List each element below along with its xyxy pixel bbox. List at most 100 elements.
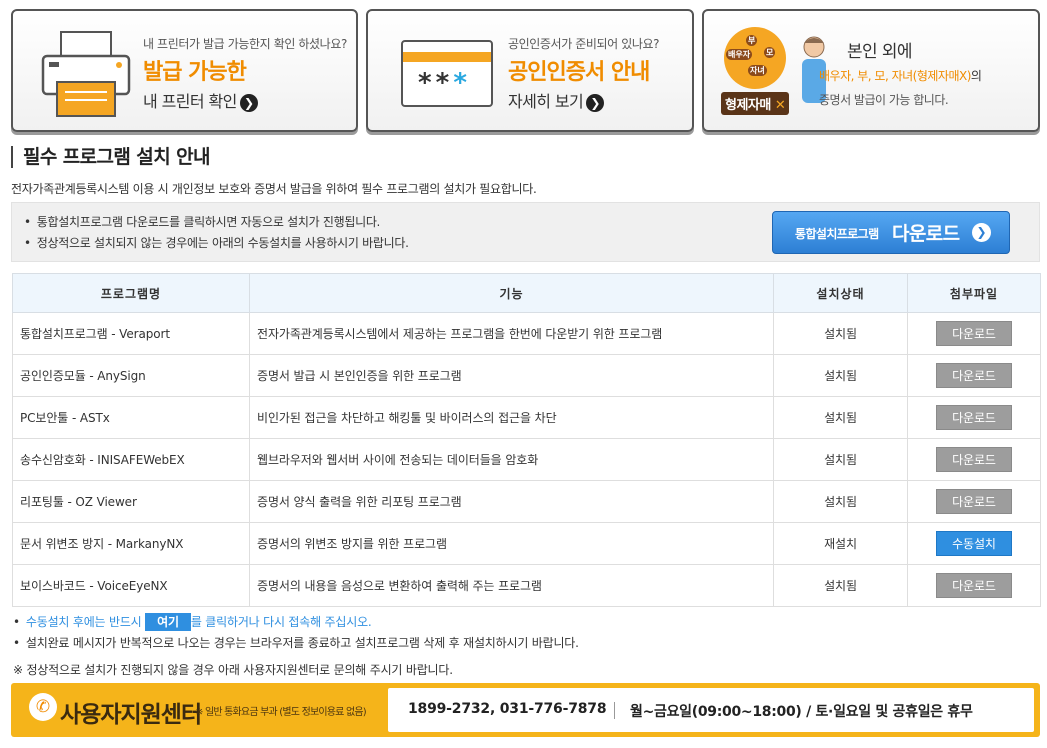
download-button-big-label: 다운로드	[892, 223, 960, 245]
family-label-child: 자녀	[748, 65, 767, 76]
support-contact-box: 1899-2732, 031-776-7878 월~금요일(09:00~18:0…	[388, 688, 1034, 732]
program-table: 프로그램명 기능 설치상태 첨부파일 통합설치프로그램 - Veraport 전…	[12, 273, 1041, 607]
download-button[interactable]: 다운로드	[936, 363, 1012, 388]
family-label-spouse: 배우자	[726, 49, 753, 60]
printer-headline: 발급 가능한	[143, 60, 247, 85]
support-subtitle: ※ 일반 통화요금 부과 (별도 정보이용료 없음)	[195, 707, 367, 718]
file-cell: 다운로드	[907, 438, 1041, 481]
download-button[interactable]: 다운로드	[936, 447, 1012, 472]
file-cell: 수동설치	[907, 522, 1041, 565]
star-blue: *	[452, 68, 470, 98]
install-info-list: 통합설치프로그램 다운로드를 클릭하시면 자동으로 설치가 진행됩니다. 정상적…	[24, 212, 409, 254]
close-icon: ✕	[774, 98, 786, 113]
file-cell: 다운로드	[907, 480, 1041, 523]
table-row: 통합설치프로그램 - Veraport 전자가족관계등록시스템에서 제공하는 프…	[12, 312, 1041, 355]
certificate-headline: 공인인증서 안내	[508, 60, 650, 85]
certificate-question: 공인인증서가 준비되어 있나요?	[508, 37, 660, 51]
program-function: 증명서 발급 시 본인인증을 위한 프로그램	[249, 354, 774, 397]
program-name: 리포팅툴 - OZ Viewer	[12, 480, 250, 523]
table-header-row: 프로그램명 기능 설치상태 첨부파일	[12, 273, 1041, 313]
stars-dark: **	[417, 68, 453, 98]
sibling-badge-label: 형제자매	[725, 98, 771, 113]
printer-check-link[interactable]: 내 프린터 확인 ❯	[143, 88, 258, 112]
printer-check-label: 내 프린터 확인	[143, 92, 237, 111]
file-cell: 다운로드	[907, 354, 1041, 397]
support-title: 사용자지원센터	[60, 702, 202, 728]
certificate-detail-link[interactable]: 자세히 보기 ❯	[508, 88, 605, 112]
table-row: 문서 위변조 방지 - MarkanyNX 증명서의 위변조 방지를 위한 프로…	[12, 522, 1041, 565]
support-hours: 월~금요일(09:00~18:00) / 토·일요일 및 공휴일은 휴무	[630, 704, 973, 720]
program-name: PC보안툴 - ASTx	[12, 396, 250, 439]
program-function: 증명서 양식 출력을 위한 리포팅 프로그램	[249, 480, 774, 523]
note-reinstall: 설치완료 메시지가 반복적으로 나오는 경우는 브라우저를 종료하고 설치프로그…	[13, 633, 579, 654]
install-info-box: 통합설치프로그램 다운로드를 클릭하시면 자동으로 설치가 진행됩니다. 정상적…	[11, 202, 1040, 262]
install-status: 설치됨	[773, 480, 908, 523]
install-status: 설치됨	[773, 438, 908, 481]
table-row: 리포팅툴 - OZ Viewer 증명서 양식 출력을 위한 리포팅 프로그램 …	[12, 480, 1041, 523]
program-function: 증명서의 내용을 음성으로 변환하여 출력해 주는 프로그램	[249, 564, 774, 607]
divider	[614, 702, 615, 719]
table-row: PC보안툴 - ASTx 비인가된 접근을 차단하고 해킹툴 및 바이러스의 접…	[12, 396, 1041, 439]
program-name: 보이스바코드 - VoiceEyeNX	[12, 564, 250, 607]
download-button[interactable]: 다운로드	[936, 489, 1012, 514]
install-status: 설치됨	[773, 396, 908, 439]
family-line3: 증명서 발급이 가능 합니다.	[819, 93, 949, 107]
sibling-excluded-badge: 형제자매 ✕	[721, 92, 790, 115]
install-status: 재설치	[773, 522, 908, 565]
chevron-right-icon: ❯	[972, 223, 991, 242]
support-phone-numbers: 1899-2732, 031-776-7878	[408, 701, 607, 717]
here-button[interactable]: 여기	[145, 613, 191, 631]
integrated-download-button[interactable]: 통합설치프로그램 다운로드 ❯	[772, 211, 1010, 254]
certificate-card-icon: ***	[401, 40, 493, 107]
printer-question: 내 프린터가 발급 가능한지 확인 하셨나요?	[143, 37, 347, 51]
family-illustration-icon: 부 모 배우자 자녀	[724, 27, 786, 89]
column-header-status: 설치상태	[773, 273, 908, 313]
section-description: 전자가족관계등록시스템 이용 시 개인정보 보호와 증명서 발급을 위하여 필수…	[11, 182, 537, 196]
download-button[interactable]: 다운로드	[936, 321, 1012, 346]
install-status: 설치됨	[773, 312, 908, 355]
info-item: 정상적으로 설치되지 않는 경우에는 아래의 수동설치를 사용하시기 바랍니다.	[24, 233, 409, 254]
file-cell: 다운로드	[907, 312, 1041, 355]
download-button[interactable]: 다운로드	[936, 405, 1012, 430]
program-function: 웹브라우저와 웹서버 사이에 전송되는 데이터들을 암호화	[249, 438, 774, 481]
program-name: 송수신암호화 - INISAFEWebEX	[12, 438, 250, 481]
program-function: 비인가된 접근을 차단하고 해킹툴 및 바이러스의 접근을 차단	[249, 396, 774, 439]
download-button[interactable]: 다운로드	[936, 573, 1012, 598]
install-notes: 수동설치 후에는 반드시 여기를 클릭하거나 다시 접속해 주십시오. 설치완료…	[13, 612, 579, 654]
password-stars: ***	[417, 68, 470, 98]
column-header-function: 기능	[249, 273, 774, 313]
page-title: 필수 프로그램 설치 안내	[11, 146, 210, 168]
table-row: 송수신암호화 - INISAFEWebEX 웹브라우저와 웹서버 사이에 전송되…	[12, 438, 1041, 481]
column-header-program: 프로그램명	[12, 273, 250, 313]
support-notice: ※ 정상적으로 설치가 진행되지 않을 경우 아래 사용자지원센터로 문의해 주…	[13, 663, 453, 677]
file-cell: 다운로드	[907, 564, 1041, 607]
certificate-guide-card[interactable]: *** 공인인증서가 준비되어 있나요? 공인인증서 안내 자세히 보기 ❯	[366, 9, 694, 132]
note-reconnect: 수동설치 후에는 반드시 여기를 클릭하거나 다시 접속해 주십시오.	[13, 612, 579, 633]
table-row: 보이스바코드 - VoiceEyeNX 증명서의 내용을 음성으로 변환하여 출…	[12, 564, 1041, 607]
table-row: 공인인증모듈 - AnySign 증명서 발급 시 본인인증을 위한 프로그램 …	[12, 354, 1041, 397]
download-button-small-label: 통합설치프로그램	[795, 227, 879, 241]
chevron-right-icon: ❯	[239, 93, 258, 112]
printer-check-card[interactable]: 내 프린터가 발급 가능한지 확인 하셨나요? 발급 가능한 내 프린터 확인 ❯	[11, 9, 358, 132]
family-line1: 본인 외에	[847, 42, 913, 62]
program-function: 증명서의 위변조 방지를 위한 프로그램	[249, 522, 774, 565]
family-line2-suffix: 의	[970, 69, 982, 83]
manual-install-button[interactable]: 수동설치	[936, 531, 1012, 556]
install-status: 설치됨	[773, 564, 908, 607]
phone-icon: ✆	[29, 693, 57, 721]
note-reconnect-after: 를 클릭하거나 다시 접속해 주십시오.	[190, 615, 372, 629]
info-item: 통합설치프로그램 다운로드를 클릭하시면 자동으로 설치가 진행됩니다.	[24, 212, 409, 233]
support-center-bar: ✆ 사용자지원센터 ※ 일반 통화요금 부과 (별도 정보이용료 없음) 189…	[11, 683, 1040, 737]
family-info-card: 부 모 배우자 자녀 형제자매 ✕ 본인 외에 배우자, 부, 모, 자녀(형제…	[702, 9, 1040, 132]
chevron-right-icon: ❯	[586, 93, 605, 112]
family-label-father: 부	[746, 35, 758, 46]
family-line2: 배우자, 부, 모, 자녀(형제자매X)의	[819, 67, 982, 84]
install-status: 설치됨	[773, 354, 908, 397]
certificate-stripe	[403, 52, 491, 62]
program-name: 문서 위변조 방지 - MarkanyNX	[12, 522, 250, 565]
program-function: 전자가족관계등록시스템에서 제공하는 프로그램을 한번에 다운받기 위한 프로그…	[249, 312, 774, 355]
certificate-detail-label: 자세히 보기	[508, 92, 584, 111]
column-header-file: 첨부파일	[907, 273, 1041, 313]
note-reconnect-before: 수동설치 후에는 반드시	[25, 615, 142, 629]
printer-icon	[41, 31, 131, 117]
